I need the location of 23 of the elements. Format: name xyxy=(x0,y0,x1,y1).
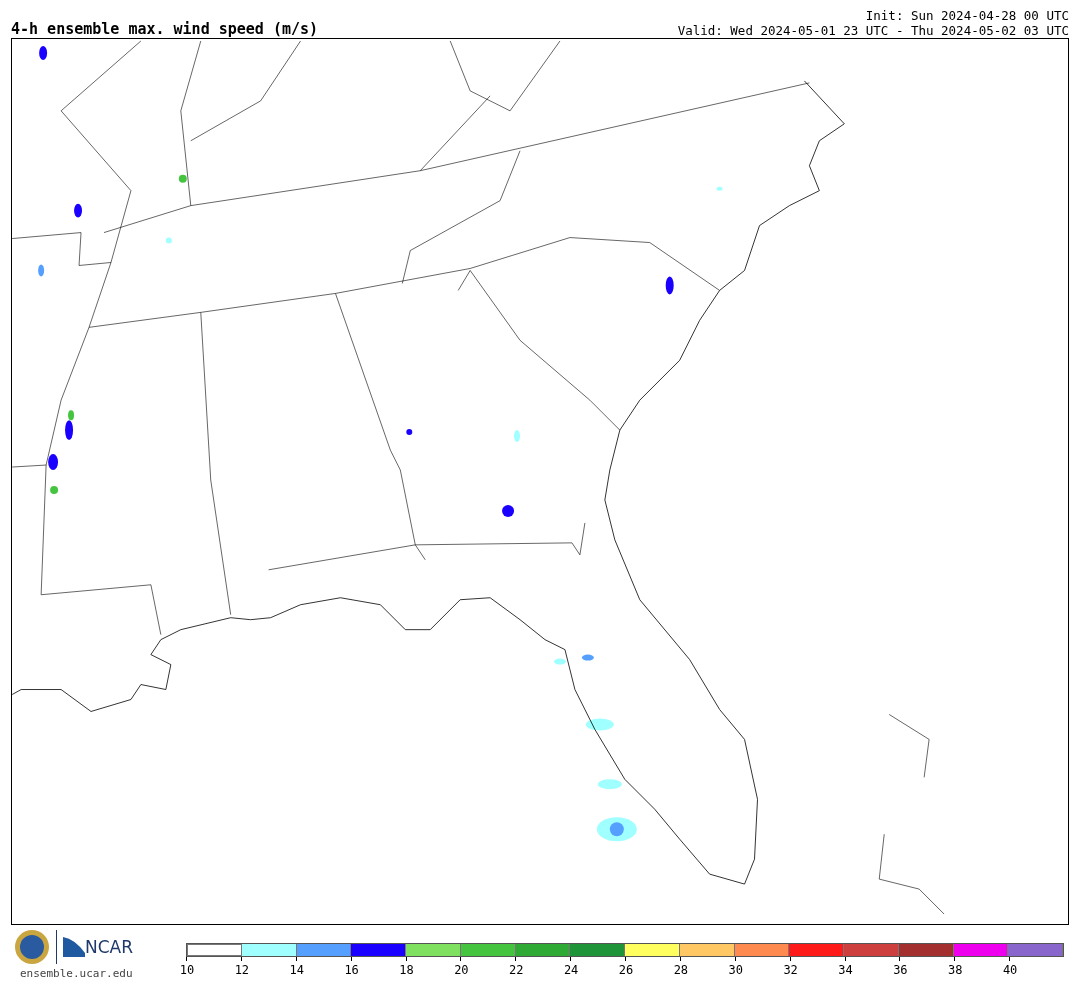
website-url: ensemble.ucar.edu xyxy=(20,967,134,980)
tick-label: 26 xyxy=(617,963,635,977)
tick-label: 16 xyxy=(343,963,360,977)
tick-label: 30 xyxy=(727,963,744,977)
tick-label: 22 xyxy=(508,963,525,977)
valid-time: Valid: Wed 2024-05-01 23 UTC - Thu 2024-05-02 03 UTC xyxy=(677,23,1069,38)
tick-label: 24 xyxy=(562,963,580,977)
chart-title: 4-h ensemble max. wind speed (m/s) xyxy=(11,20,319,38)
ncar-logo-icon xyxy=(63,937,85,957)
tick-label: 38 xyxy=(947,963,964,977)
tick-label: 28 xyxy=(672,963,690,977)
tick-label: 34 xyxy=(837,963,854,977)
tick-label: 12 xyxy=(233,963,251,977)
tick-label: 40 xyxy=(1001,963,1019,977)
tick-label: 18 xyxy=(398,963,415,977)
logo-text: NCAR xyxy=(85,937,134,957)
init-time: Init: Sun 2024-04-28 00 UTC xyxy=(864,8,1069,23)
tick-label: 20 xyxy=(453,963,470,977)
tick-label: 10 xyxy=(178,963,196,977)
tick-label: 32 xyxy=(782,963,799,977)
tick-label: 14 xyxy=(288,963,305,977)
seal-icon xyxy=(14,929,50,965)
tick-label: 36 xyxy=(892,963,909,977)
